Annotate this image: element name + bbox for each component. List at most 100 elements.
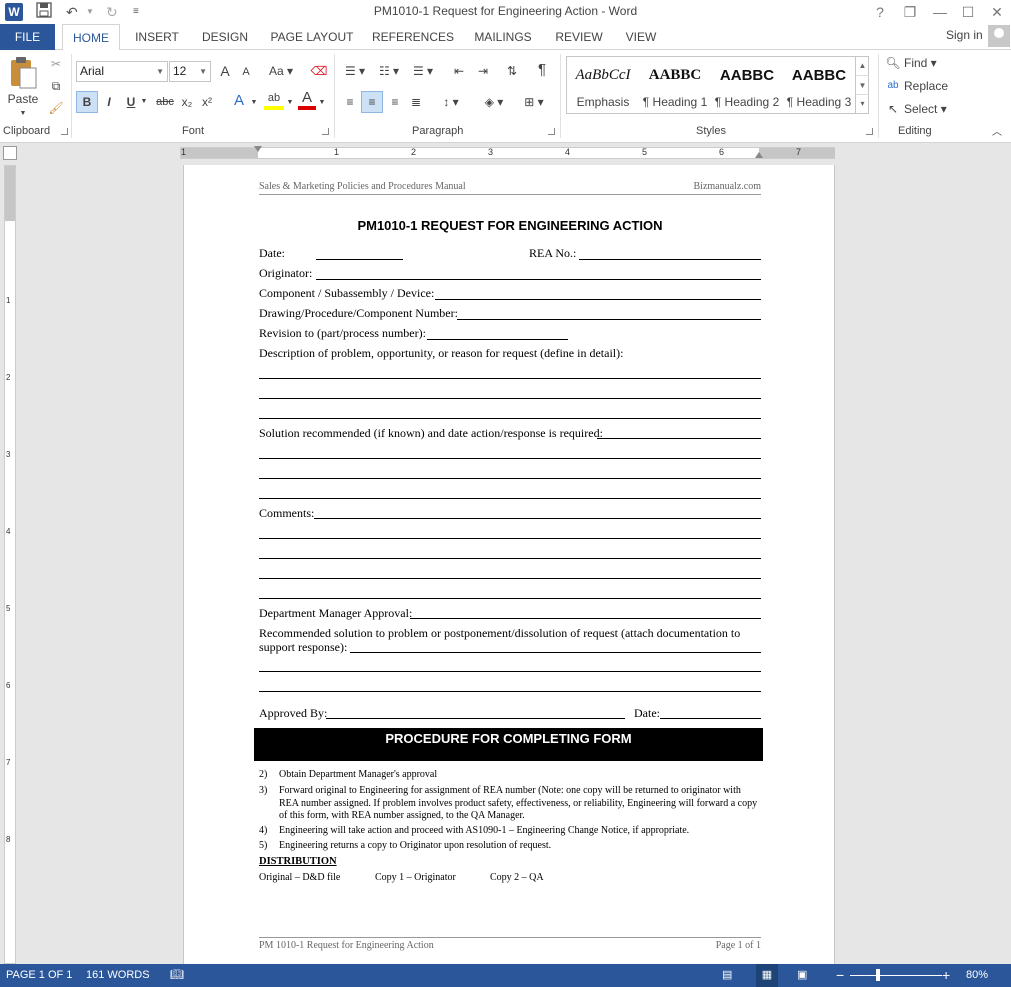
copy-icon[interactable]: ⧉ [47,76,65,96]
zoom-level[interactable]: 80% [966,964,988,987]
change-case-button[interactable]: Aa ▾ [266,61,296,81]
increase-indent-icon[interactable]: ⇥ [472,61,494,81]
clear-formatting-icon[interactable]: ⌫ [310,61,328,81]
select-button[interactable]: Select ▾ [904,99,954,119]
bold-button[interactable]: B [76,91,98,113]
styles-down-icon[interactable]: ▼ [856,75,869,94]
minimize-button[interactable]: — [926,2,954,22]
tab-review[interactable]: REVIEW [550,24,608,50]
line-spacing-icon[interactable]: ↕ ▾ [436,92,466,112]
align-right-icon[interactable]: ≡ [385,92,405,112]
highlight-icon[interactable]: ab [264,90,284,110]
sort-icon[interactable]: ⇅ [502,61,522,81]
italic-button[interactable]: I [102,92,116,112]
sign-in-link[interactable]: Sign in [946,28,983,42]
vertical-ruler[interactable]: 1 2 3 4 5 6 7 8 [4,165,16,964]
font-color-dropdown-icon[interactable]: ▼ [318,93,326,113]
tab-selector[interactable] [3,146,17,160]
style-heading-3[interactable]: AABBC ¶ Heading 3 [783,57,855,113]
grow-font-icon[interactable]: A [216,61,234,81]
font-name-select[interactable]: Arial ▼ [76,61,168,82]
comments-line[interactable] [259,578,761,579]
solution-line[interactable] [259,458,761,459]
solution-line[interactable] [259,498,761,499]
horizontal-ruler[interactable]: 1 1 2 3 4 5 6 7 [180,146,835,159]
tab-design[interactable]: DESIGN [196,24,254,50]
drawing-line[interactable] [457,319,761,320]
format-painter-icon[interactable]: 🖌 [47,98,65,118]
justify-icon[interactable]: ≣ [406,92,426,112]
find-button[interactable]: Find ▾ [904,53,950,73]
recommended-line[interactable] [350,652,761,653]
comments-line[interactable] [259,598,761,599]
paste-dropdown-icon[interactable]: ▼ [16,104,30,124]
approved-date-line[interactable] [660,718,761,719]
rea-number-line[interactable] [579,259,761,260]
tab-references[interactable]: REFERENCES [370,24,456,50]
right-indent-icon[interactable] [755,152,763,158]
cut-icon[interactable]: ✂ [47,54,65,74]
close-button[interactable]: ✕ [983,2,1011,22]
replace-icon[interactable]: ab [884,76,902,96]
help-button[interactable]: ? [866,2,894,22]
description-line[interactable] [259,418,761,419]
component-line[interactable] [435,299,761,300]
decrease-indent-icon[interactable]: ⇤ [448,61,470,81]
clipboard-launcher-icon[interactable] [61,128,68,135]
zoom-slider[interactable] [850,975,942,976]
tab-view[interactable]: VIEW [616,24,666,50]
styles-more-icon[interactable]: ▾ [856,94,869,112]
first-line-indent-icon[interactable] [254,146,262,152]
date-line[interactable] [316,259,403,260]
word-count[interactable]: 161 WORDS [86,964,150,987]
styles-launcher-icon[interactable] [866,128,873,135]
zoom-out-button[interactable]: − [836,964,844,987]
numbering-icon[interactable]: ☷ ▾ [374,61,404,81]
comments-line[interactable] [259,538,761,539]
superscript-button[interactable]: x² [200,92,214,112]
underline-dropdown-icon[interactable]: ▼ [140,92,148,112]
style-heading-1[interactable]: AABBC ¶ Heading 1 [639,57,711,113]
originator-line[interactable] [316,279,761,280]
align-left-icon[interactable]: ≡ [340,92,360,112]
styles-up-icon[interactable]: ▲ [856,56,869,75]
tab-page-layout[interactable]: PAGE LAYOUT [264,24,360,50]
tab-home[interactable]: HOME [62,24,120,51]
bullets-icon[interactable]: ☰ ▾ [340,61,370,81]
read-mode-icon[interactable]: ▤ [722,964,732,987]
select-icon[interactable]: ↖ [884,99,902,119]
tab-insert[interactable]: INSERT [128,24,186,50]
font-color-icon[interactable]: A [298,90,316,110]
description-line[interactable] [259,398,761,399]
zoom-slider-thumb[interactable] [876,969,880,981]
tab-mailings[interactable]: MAILINGS [466,24,540,50]
shading-icon[interactable]: ◈ ▾ [478,92,510,112]
dept-approval-line[interactable] [410,618,761,619]
web-layout-icon[interactable]: ▣ [797,964,807,987]
show-hide-icon[interactable]: ¶ [532,60,552,80]
styles-scroll[interactable]: ▲ ▼ ▾ [855,56,869,114]
maximize-button[interactable]: ☐ [954,2,982,22]
page-count[interactable]: PAGE 1 OF 1 [6,964,72,987]
underline-button[interactable]: U [124,92,138,112]
font-launcher-icon[interactable] [322,128,329,135]
zoom-in-button[interactable]: + [942,964,950,987]
subscript-button[interactable]: x₂ [180,92,194,112]
recommended-line[interactable] [259,691,761,692]
recommended-line[interactable] [259,671,761,672]
tab-file[interactable]: FILE [0,24,55,50]
solution-line[interactable] [597,438,761,439]
proofing-icon[interactable]: 📖︎ [170,964,184,987]
highlight-dropdown-icon[interactable]: ▼ [286,93,294,113]
style-emphasis[interactable]: AaBbCcI Emphasis [567,57,639,113]
shrink-font-icon[interactable]: A [238,62,254,82]
strikethrough-button[interactable]: abc [154,92,176,112]
borders-icon[interactable]: ⊞ ▾ [518,92,550,112]
user-avatar[interactable] [988,25,1010,47]
replace-button[interactable]: Replace [904,76,954,96]
print-layout-icon[interactable]: ▦ [756,964,778,987]
style-heading-2[interactable]: AABBC ¶ Heading 2 [711,57,783,113]
document-page[interactable]: Sales & Marketing Policies and Procedure… [183,165,835,964]
comments-line[interactable] [314,518,761,519]
font-size-select[interactable]: 12 ▼ [169,61,211,82]
